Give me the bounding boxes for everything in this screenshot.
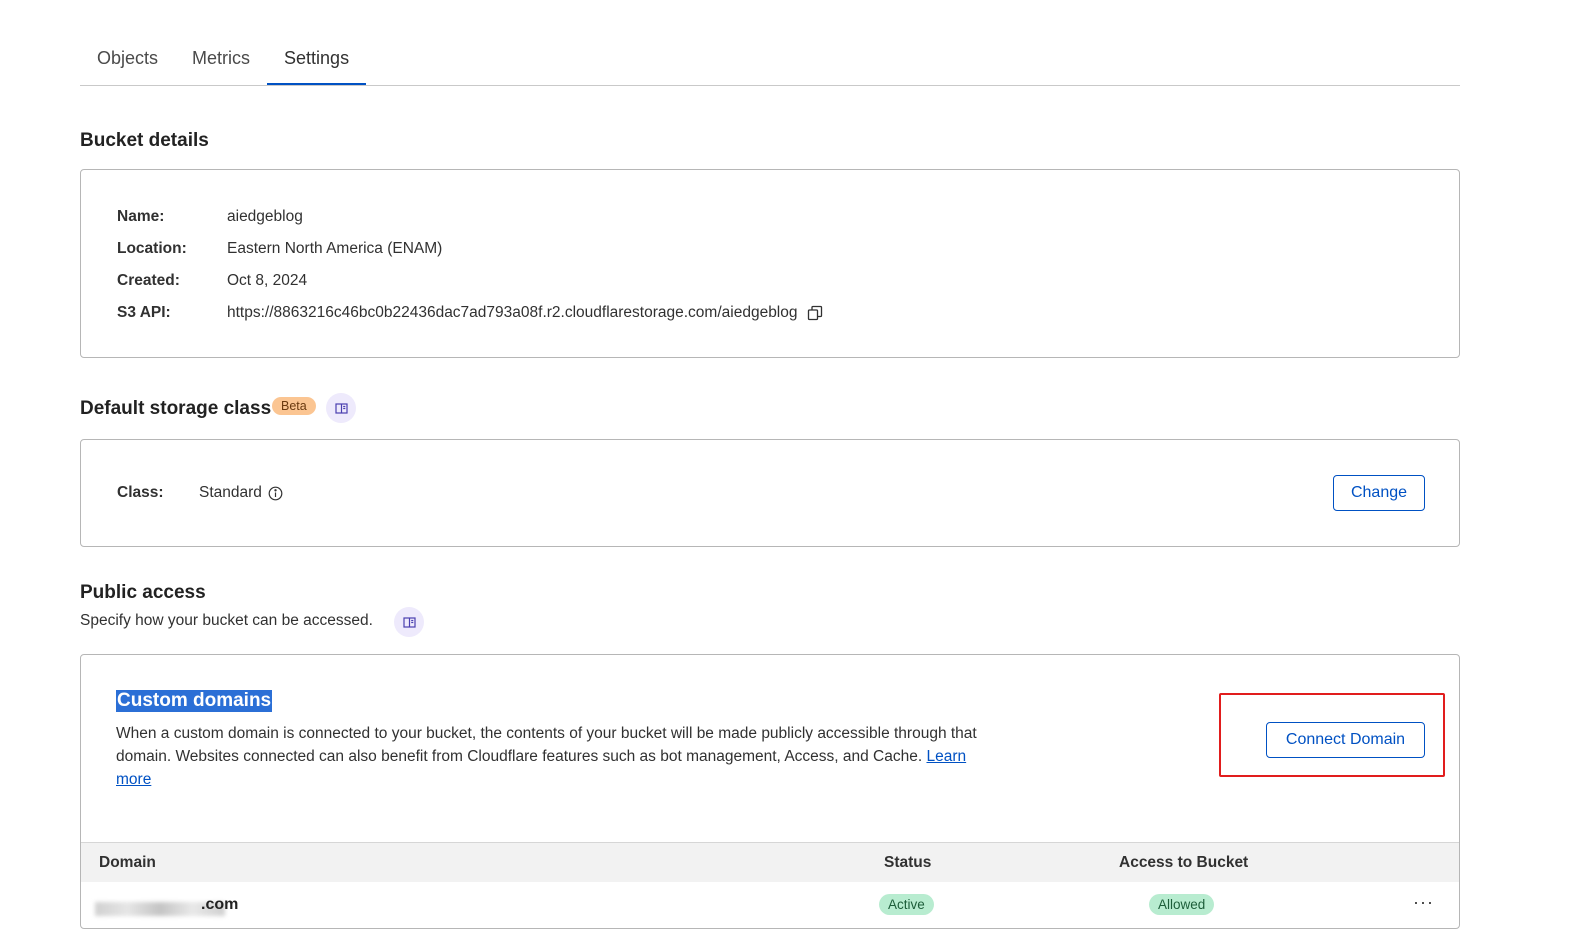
custom-domains-description: When a custom domain is connected to you… (116, 722, 996, 791)
storage-class-card: Class: Standard Change (80, 439, 1460, 547)
storage-class-title: Default storage class (80, 398, 272, 419)
detail-row-name: Name: aiedgeblog (117, 207, 303, 227)
class-row: Class: Standard (117, 483, 283, 503)
book-icon (402, 616, 416, 628)
info-icon[interactable] (268, 486, 283, 501)
name-value: aiedgeblog (227, 208, 303, 225)
detail-row-location: Location: Eastern North America (ENAM) (117, 239, 442, 259)
tab-bar: Objects Metrics Settings (80, 36, 1460, 86)
tab-objects[interactable]: Objects (80, 36, 175, 85)
public-access-title: Public access (80, 582, 206, 603)
status-badge: Active (879, 894, 934, 915)
custom-domains-title: Custom domains (116, 690, 273, 712)
copy-icon[interactable] (807, 305, 823, 321)
bucket-details-title: Bucket details (80, 130, 209, 151)
class-label: Class: (117, 484, 164, 501)
column-access: Access to Bucket (1119, 854, 1249, 871)
domain-value[interactable]: .com (201, 896, 238, 914)
beta-badge: Beta (272, 397, 316, 415)
custom-domains-card: Custom domains When a custom domain is c… (80, 654, 1460, 929)
public-access-subtitle: Specify how your bucket can be accessed. (80, 612, 373, 629)
access-badge: Allowed (1149, 894, 1215, 915)
domains-table-header: Domain Status Access to Bucket (81, 842, 1459, 882)
table-row[interactable]: .com Active Allowed ··· (81, 882, 1459, 928)
class-value: Standard (199, 484, 262, 501)
storage-class-docs-button[interactable] (326, 393, 356, 423)
column-status: Status (884, 854, 932, 871)
connect-domain-button[interactable]: Connect Domain (1266, 722, 1425, 758)
tab-metrics[interactable]: Metrics (175, 36, 267, 85)
detail-row-s3-api: S3 API: https://8863216c46bc0b22436dac7a… (117, 303, 823, 323)
more-actions-button[interactable]: ··· (1413, 892, 1434, 913)
tab-settings[interactable]: Settings (267, 36, 367, 85)
column-domain: Domain (99, 854, 156, 871)
location-label: Location: (117, 240, 187, 257)
detail-row-created: Created: Oct 8, 2024 (117, 271, 307, 291)
name-label: Name: (117, 208, 165, 225)
public-access-docs-button[interactable] (394, 607, 424, 637)
created-value: Oct 8, 2024 (227, 272, 308, 289)
created-label: Created: (117, 272, 180, 289)
s3-api-label: S3 API: (117, 304, 171, 321)
book-icon (334, 402, 348, 414)
bucket-details-card: Name: aiedgeblog Location: Eastern North… (80, 169, 1460, 358)
s3-api-value: https://8863216c46bc0b22436dac7ad793a08f… (227, 304, 798, 321)
location-value: Eastern North America (ENAM) (227, 240, 443, 257)
change-storage-class-button[interactable]: Change (1333, 475, 1425, 511)
custom-domains-description-text: When a custom domain is connected to you… (116, 725, 977, 765)
